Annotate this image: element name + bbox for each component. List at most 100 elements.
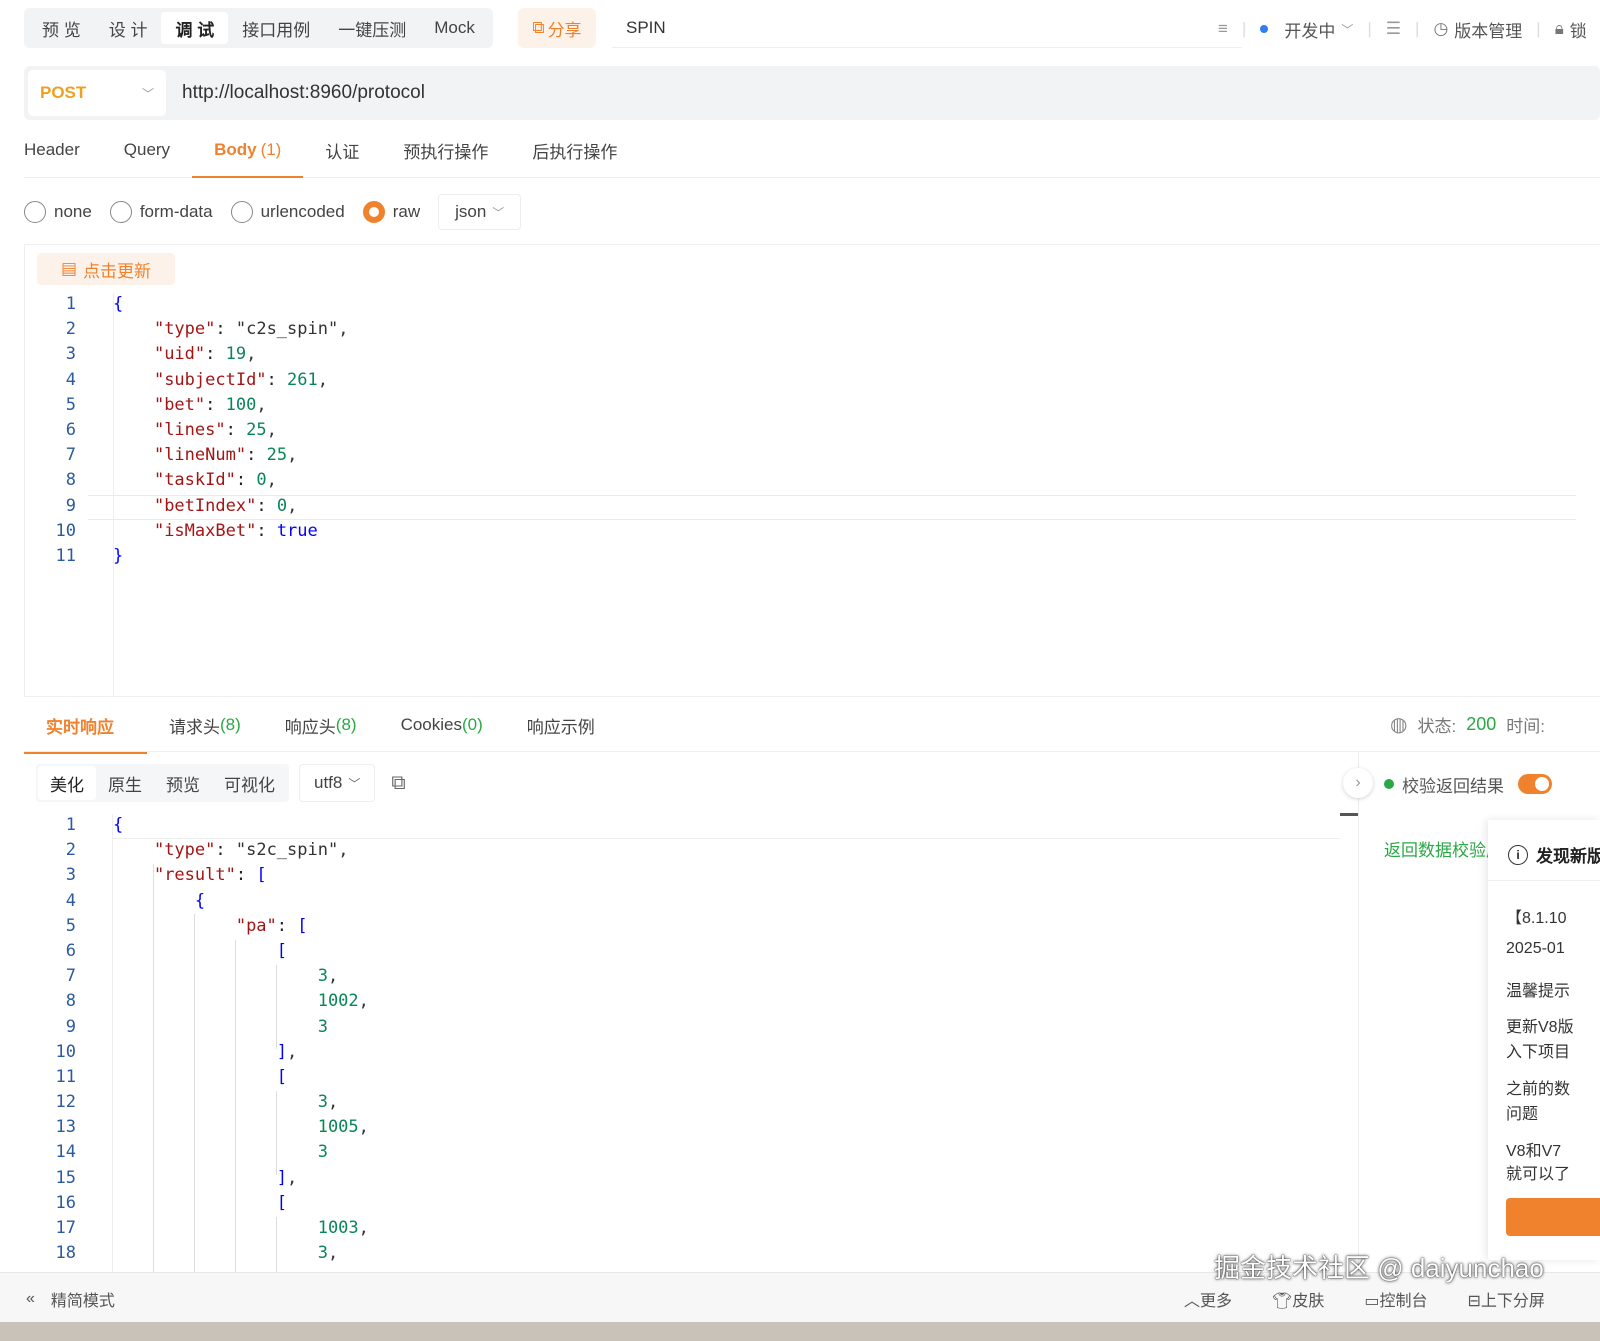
share-button[interactable]: ⧉ 分享 <box>518 8 596 48</box>
url-input[interactable]: http://localhost:8960/protocol <box>182 66 425 120</box>
line-number: 10 <box>55 520 76 541</box>
lock-button[interactable]: 🔒︎ 锁 <box>1555 17 1587 42</box>
radio-form-data[interactable]: form-data <box>109 201 213 223</box>
line-number: 5 <box>65 915 76 936</box>
request-code[interactable]: { "type": "c2s_spin", "uid": 19, "subjec… <box>113 292 348 569</box>
tab-request-headers[interactable]: 请求头 (8) <box>147 697 263 753</box>
notice-line: 温馨提示 <box>1506 983 1571 1000</box>
tab-live-response[interactable]: 实时响应 <box>24 697 147 754</box>
tab-label: Header <box>24 140 80 159</box>
outline-icon[interactable]: ☰ <box>1386 19 1401 39</box>
code-line: 3 <box>317 1142 328 1163</box>
code-line: ], <box>276 1041 298 1062</box>
line-number: 12 <box>55 1092 76 1113</box>
tab-pre-script[interactable]: 预执行操作 <box>381 123 510 177</box>
radio-none[interactable]: none <box>24 201 92 223</box>
tab-post-script[interactable]: 后执行操作 <box>510 123 639 177</box>
line-number: 1 <box>65 815 76 835</box>
code-line: "isMaxBet": true <box>153 520 318 541</box>
tab-count: (1) <box>260 140 282 159</box>
format-raw[interactable]: 原生 <box>96 766 154 800</box>
lock-label: 锁 <box>1569 21 1587 41</box>
tab-mock[interactable]: Mock <box>420 12 489 44</box>
collapse-panel-button[interactable]: › <box>1343 768 1373 798</box>
notice-action-button[interactable] <box>1506 1198 1600 1236</box>
tab-load-test[interactable]: 一键压测 <box>324 12 420 44</box>
panel-divider[interactable] <box>1358 752 1359 1272</box>
format-select[interactable]: json ﹀ <box>438 194 522 230</box>
radio-circle <box>109 201 132 223</box>
method-select[interactable]: POST ﹀ <box>28 70 166 116</box>
code-line: "uid": 19, <box>153 344 257 365</box>
tab-response-headers[interactable]: 响应头 (8) <box>263 697 379 753</box>
line-number: 3 <box>65 865 76 886</box>
response-format-bar: 美化 原生 预览 可视化 utf8 ﹀ ⧉ <box>36 764 406 802</box>
share-icon: ⧉ <box>532 18 545 37</box>
notice-line: 问题 <box>1506 1106 1539 1123</box>
tab-auth[interactable]: 认证 <box>303 123 381 177</box>
line-number: 4 <box>65 369 76 390</box>
line-number: 11 <box>55 1066 76 1087</box>
simple-mode-toggle[interactable]: « 精简模式 <box>26 1287 115 1311</box>
env-label: 开发中 <box>1284 21 1336 41</box>
response-tabs: 实时响应 请求头 (8) 响应头 (8) Cookies (0) 响应示例 <box>24 696 1600 754</box>
response-code[interactable]: { "type": "s2c_spin", "result": [ { "pa"… <box>113 813 369 1266</box>
radio-raw[interactable]: raw <box>362 201 420 223</box>
simple-mode-label: 精简模式 <box>50 1293 115 1310</box>
verify-toggle[interactable] <box>1518 774 1552 794</box>
line-number: 13 <box>55 1117 76 1138</box>
update-label: 点击更新 <box>83 261 152 281</box>
line-number: 11 <box>55 545 76 566</box>
tab-response-examples[interactable]: 响应示例 <box>505 697 617 753</box>
format-visualize[interactable]: 可视化 <box>212 766 287 800</box>
chevron-down-icon: ﹀ <box>141 86 154 101</box>
method-label: POST <box>40 83 87 102</box>
tab-cookies[interactable]: Cookies (0) <box>379 697 505 753</box>
tab-debug[interactable]: 调 试 <box>161 12 229 44</box>
tab-preview[interactable]: 预 览 <box>28 12 95 44</box>
bottom-actions: ︿更多 👕︎皮肤 ▭控制台 ⊟上下分屏 <box>1184 1287 1545 1311</box>
console-button[interactable]: ▭控制台 <box>1364 1287 1427 1311</box>
version-button[interactable]: ◷ 版本管理 <box>1433 17 1522 42</box>
line-number: 4 <box>65 890 76 911</box>
edit-icon[interactable]: ≡ <box>1218 19 1228 39</box>
line-number: 18 <box>55 1243 76 1264</box>
code-line: { <box>194 890 206 911</box>
tab-header[interactable]: Header <box>24 123 102 177</box>
line-number: 6 <box>65 419 76 440</box>
code-line: "lines": 25, <box>153 419 277 440</box>
radio-urlencoded[interactable]: urlencoded <box>230 201 345 223</box>
notice-title: i 发现新版本 <box>1508 842 1600 867</box>
env-selector[interactable]: 开发中 ﹀ <box>1260 17 1353 42</box>
code-line: [ <box>276 1066 288 1087</box>
verify-result-link[interactable]: 返回数据校验成功 <box>1384 836 1490 861</box>
notice-line: 之前的数 <box>1506 1081 1571 1098</box>
skin-button[interactable]: 👕︎皮肤 <box>1272 1287 1324 1311</box>
more-button[interactable]: ︿更多 <box>1184 1287 1232 1311</box>
tab-body[interactable]: Body (1) <box>192 123 304 178</box>
scrollbar[interactable] <box>1340 813 1358 816</box>
code-line: 1003, <box>317 1218 369 1238</box>
chevron-right-icon: › <box>1355 774 1361 791</box>
toolbar-right: ≡ | 开发中 ﹀ | ☰ | ◷ 版本管理 | 🔒︎ 锁 <box>1218 14 1587 44</box>
tab-test-cases[interactable]: 接口用例 <box>228 12 324 44</box>
update-button[interactable]: ▤ 点击更新 <box>37 253 176 285</box>
response-status: ◍ 状态: 200 时间: <box>1390 708 1545 740</box>
double-chevron-left-icon: « <box>26 1290 35 1307</box>
tab-design[interactable]: 设 计 <box>95 12 162 44</box>
tab-label: 后执行操作 <box>532 142 618 162</box>
clock-icon: ◷ <box>1433 19 1449 38</box>
api-name-input[interactable]: SPIN <box>612 8 1242 48</box>
format-preview[interactable]: 预览 <box>154 766 212 800</box>
status-label: 状态: <box>1417 716 1457 736</box>
code-line: "result": [ <box>153 865 267 886</box>
chevron-down-icon: ﹀ <box>492 205 505 220</box>
copy-icon[interactable]: ⧉ <box>391 772 405 795</box>
encoding-select[interactable]: utf8 ﹀ <box>299 764 376 802</box>
radio-circle <box>230 201 253 223</box>
split-button[interactable]: ⊟上下分屏 <box>1468 1287 1545 1311</box>
tab-query[interactable]: Query <box>102 123 192 177</box>
line-number: 7 <box>65 966 76 987</box>
mode-tabs: 预 览 设 计 调 试 接口用例 一键压测 Mock <box>24 8 493 48</box>
format-pretty[interactable]: 美化 <box>38 766 96 800</box>
